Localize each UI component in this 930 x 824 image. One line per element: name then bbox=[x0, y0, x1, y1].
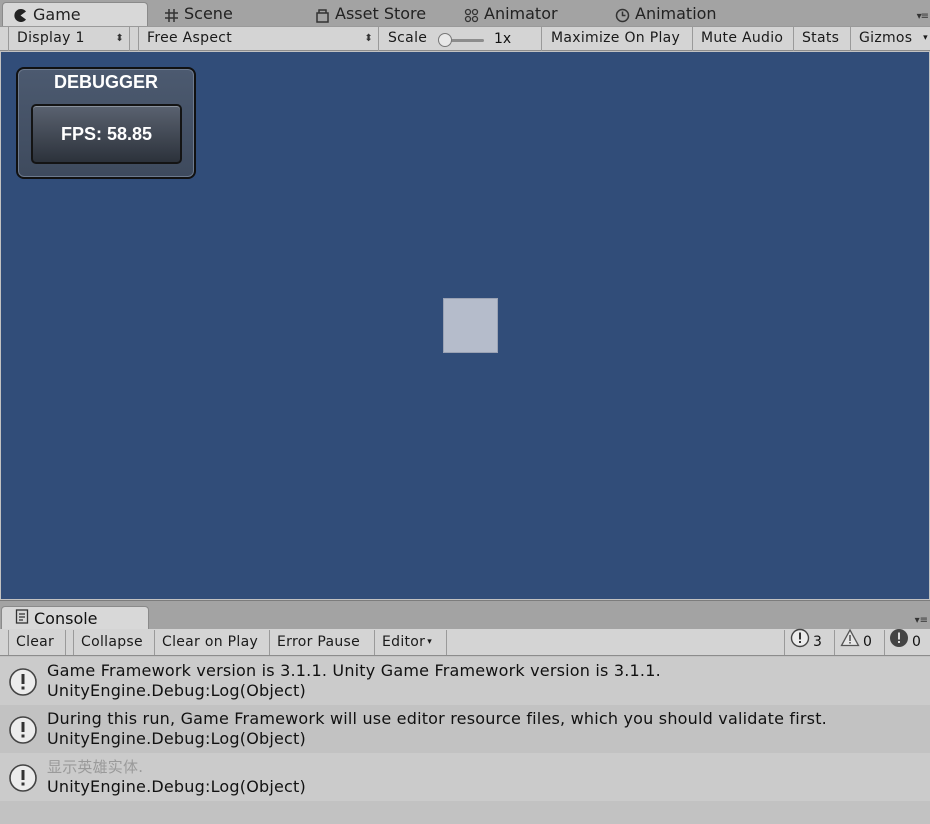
log-message: During this run, Game Framework will use… bbox=[47, 709, 827, 728]
error-icon bbox=[889, 628, 909, 657]
maximize-on-play-label: Maximize On Play bbox=[551, 30, 681, 46]
stats-label: Stats bbox=[802, 30, 840, 46]
info-icon bbox=[8, 667, 38, 697]
error-count: 0 bbox=[912, 634, 921, 650]
display-dropdown[interactable]: Display 1 ⬍ bbox=[8, 27, 130, 51]
console-menu-icon[interactable]: ▾≡ bbox=[915, 615, 928, 626]
tab-animation-label: Animation bbox=[635, 4, 717, 23]
info-count: 3 bbox=[813, 634, 822, 650]
dropdown-arrow-icon: ▾ bbox=[427, 637, 433, 647]
editor-dropdown-label: Editor bbox=[382, 634, 426, 650]
info-icon bbox=[8, 763, 38, 793]
log-trace: UnityEngine.Debug:Log(Object) bbox=[47, 729, 306, 748]
clear-button-label: Clear bbox=[16, 634, 55, 650]
warning-count: 0 bbox=[863, 634, 872, 650]
tab-animator[interactable]: Animator bbox=[464, 2, 558, 26]
tab-game[interactable]: Game bbox=[2, 2, 148, 26]
error-pause-label: Error Pause bbox=[277, 634, 361, 650]
tab-asset-store-label: Asset Store bbox=[335, 4, 427, 23]
editor-dropdown[interactable]: Editor ▾ bbox=[375, 630, 447, 655]
tab-scene-label: Scene bbox=[184, 4, 233, 23]
tab-scene[interactable]: Scene bbox=[164, 2, 233, 26]
console-icon bbox=[15, 607, 29, 631]
aspect-dropdown[interactable]: Free Aspect ⬍ bbox=[138, 27, 379, 51]
mute-audio-label: Mute Audio bbox=[701, 30, 784, 46]
maximize-on-play-toggle[interactable]: Maximize On Play bbox=[543, 27, 693, 51]
log-trace: UnityEngine.Debug:Log(Object) bbox=[47, 681, 306, 700]
gizmos-dropdown[interactable]: Gizmos ▾ bbox=[851, 27, 930, 51]
store-icon bbox=[315, 7, 330, 23]
tab-game-label: Game bbox=[33, 4, 81, 24]
cube-object bbox=[443, 298, 498, 353]
updown-arrow-icon: ⬍ bbox=[364, 33, 373, 44]
stats-toggle[interactable]: Stats bbox=[794, 27, 851, 51]
error-count-toggle[interactable]: 0 bbox=[884, 628, 930, 657]
clock-icon bbox=[615, 7, 630, 22]
console-tab-strip: Console bbox=[0, 600, 930, 631]
console-log-list[interactable]: Game Framework version is 3.1.1. Unity G… bbox=[0, 657, 930, 824]
collapse-toggle[interactable]: Collapse bbox=[73, 630, 155, 655]
tab-console-label: Console bbox=[34, 609, 98, 628]
warning-icon bbox=[840, 628, 860, 657]
scale-slider-knob[interactable] bbox=[438, 33, 452, 47]
tab-animation[interactable]: Animation bbox=[615, 2, 717, 26]
log-entry[interactable]: During this run, Game Framework will use… bbox=[0, 705, 930, 753]
clear-button[interactable]: Clear bbox=[8, 630, 66, 655]
info-icon bbox=[8, 715, 38, 745]
log-entry[interactable]: 显示英雄实体. UnityEngine.Debug:Log(Object) bbox=[0, 753, 930, 801]
tab-console[interactable]: Console bbox=[1, 606, 149, 631]
info-count-toggle[interactable]: 3 bbox=[784, 628, 832, 657]
grid-icon bbox=[164, 7, 179, 22]
display-dropdown-label: Display 1 bbox=[17, 30, 85, 46]
updown-arrow-icon: ⬍ bbox=[115, 33, 124, 44]
debugger-window[interactable]: DEBUGGER FPS: 58.85 bbox=[16, 67, 196, 179]
game-viewport[interactable]: DEBUGGER FPS: 58.85 bbox=[1, 52, 929, 599]
error-pause-toggle[interactable]: Error Pause bbox=[270, 630, 375, 655]
clear-on-play-label: Clear on Play bbox=[162, 634, 259, 650]
editor-tab-strip: Game Scene Asset Store Animator Animatio… bbox=[0, 0, 930, 26]
scale-label: Scale bbox=[388, 30, 428, 46]
log-trace: UnityEngine.Debug:Log(Object) bbox=[47, 777, 306, 796]
log-message: 显示英雄实体. bbox=[47, 758, 144, 776]
tab-asset-store[interactable]: Asset Store bbox=[315, 2, 426, 26]
scale-value: 1x bbox=[494, 31, 512, 47]
gizmos-label: Gizmos bbox=[859, 30, 913, 46]
log-message: Game Framework version is 3.1.1. Unity G… bbox=[47, 661, 661, 680]
pacman-icon bbox=[13, 7, 28, 22]
warning-count-toggle[interactable]: 0 bbox=[834, 628, 882, 657]
animator-icon bbox=[464, 7, 479, 22]
clear-on-play-toggle[interactable]: Clear on Play bbox=[155, 630, 270, 655]
log-entry[interactable]: Game Framework version is 3.1.1. Unity G… bbox=[0, 657, 930, 705]
collapse-label: Collapse bbox=[81, 634, 143, 650]
debugger-title: DEBUGGER bbox=[53, 72, 158, 92]
mute-audio-toggle[interactable]: Mute Audio bbox=[693, 27, 794, 51]
tab-menu-icon[interactable]: ▾≡ bbox=[917, 11, 929, 22]
tab-animator-label: Animator bbox=[484, 4, 558, 23]
aspect-dropdown-label: Free Aspect bbox=[147, 30, 233, 46]
dropdown-arrow-icon: ▾ bbox=[923, 33, 928, 43]
info-icon bbox=[790, 628, 810, 657]
fps-button[interactable]: FPS: 58.85 bbox=[31, 104, 182, 164]
